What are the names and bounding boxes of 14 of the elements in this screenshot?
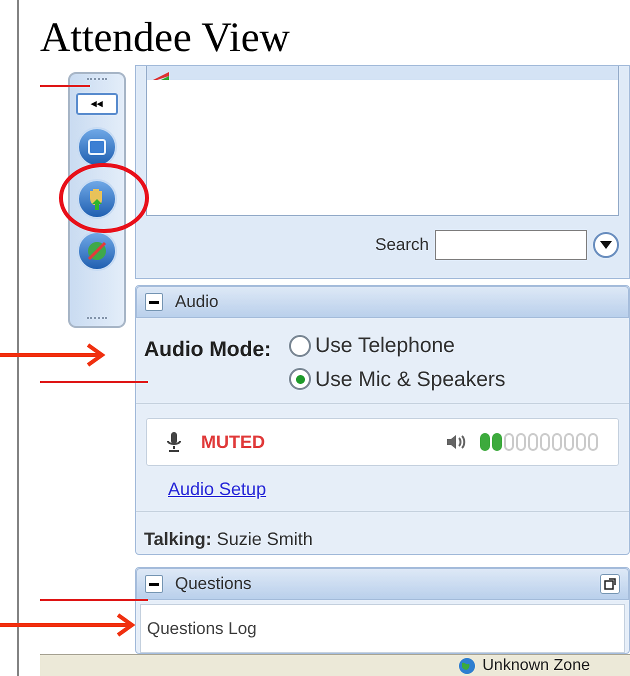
talking-name: Suzie Smith [216, 529, 313, 549]
talking-label: Talking: [144, 529, 212, 549]
panel-title: Audio [175, 291, 218, 314]
audio-mode-label: Audio Mode: [144, 337, 272, 363]
slide-title: Attendee View [40, 15, 290, 61]
audio-setup-link[interactable]: Audio Setup [168, 479, 266, 499]
mic-status-text: MUTED [201, 430, 265, 454]
panel-title: Questions [175, 573, 252, 596]
questions-log-label: Questions Log [147, 618, 257, 640]
collapse-toolbar-button[interactable]: ◂◂ [76, 93, 118, 115]
radio-option[interactable]: Use Mic & Speakers [289, 364, 506, 395]
zone-text: Unknown Zone [482, 658, 590, 674]
radio-option[interactable]: Use Telephone [289, 330, 506, 362]
search-label: Search [375, 234, 429, 256]
